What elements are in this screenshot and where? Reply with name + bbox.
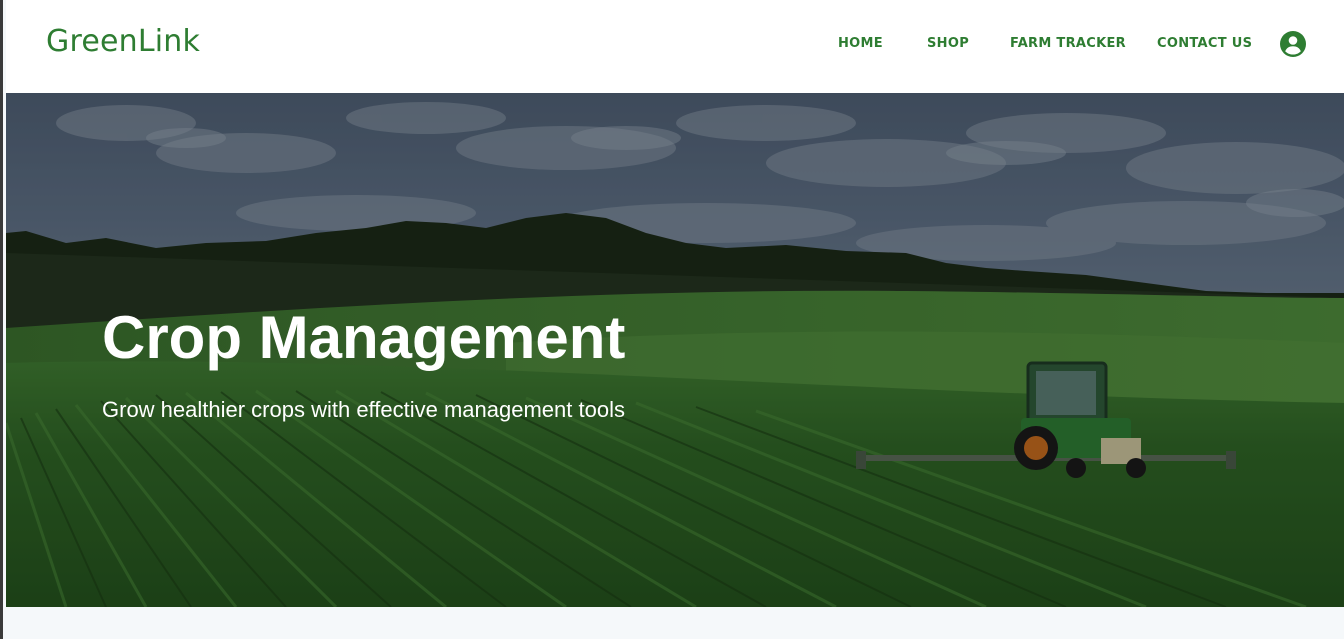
nav-links: HOME SHOP FARM TRACKER CONTACT US [6,36,1344,56]
nav-home-link[interactable]: HOME [838,36,883,51]
top-navbar: GreenLink HOME SHOP FARM TRACKER CONTACT… [6,0,1344,93]
page-frame: GreenLink HOME SHOP FARM TRACKER CONTACT… [0,0,1344,639]
account-circle-icon [1280,31,1306,57]
nav-farm-tracker-link[interactable]: FARM TRACKER [1010,36,1126,51]
nav-shop-link[interactable]: SHOP [927,36,969,51]
account-button[interactable] [1279,30,1307,58]
hero-banner: Crop Management Grow healthier crops wit… [6,93,1344,607]
hero-title: Crop Management [102,304,626,371]
nav-contact-us-link[interactable]: CONTACT US [1157,36,1252,51]
next-section [6,607,1344,639]
hero-subtitle: Grow healthier crops with effective mana… [102,397,625,422]
